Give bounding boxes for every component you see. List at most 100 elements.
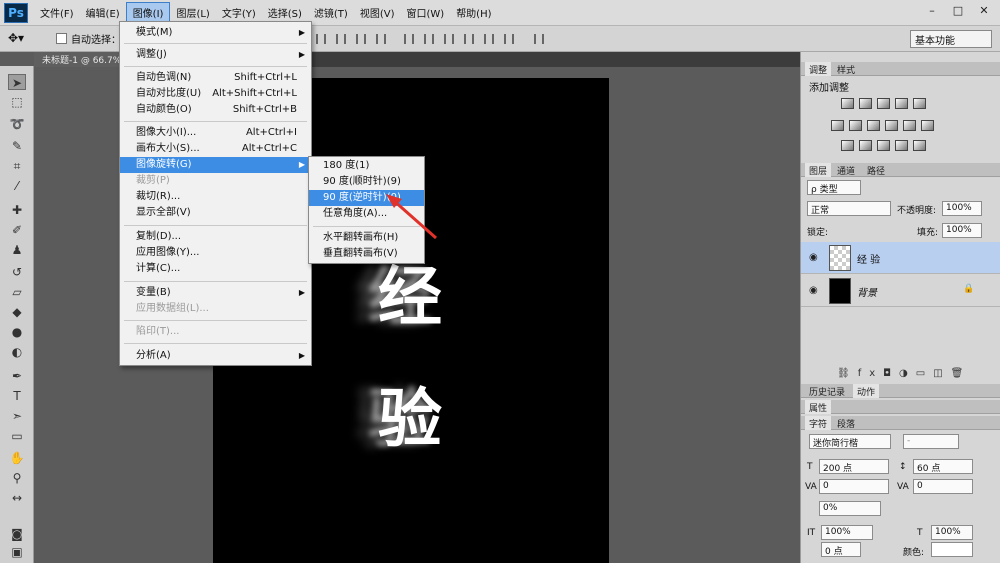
vertical-scale-input[interactable]: 100% <box>821 525 873 540</box>
layer-row[interactable]: ◉ 背景 🔒 <box>801 275 1000 307</box>
distribute-vcenter-icon[interactable] <box>424 34 434 44</box>
menu-item-variables[interactable]: 变量(B) ▶ <box>120 285 311 301</box>
curves-icon[interactable] <box>877 98 890 109</box>
horizontal-scale-input[interactable]: 100% <box>931 525 973 540</box>
tab-history[interactable]: 历史记录 <box>805 384 849 398</box>
gradient-map-icon[interactable] <box>895 140 908 151</box>
menu-item-reveal-all[interactable]: 显示全部(V) <box>120 205 311 221</box>
photo-filter-icon[interactable] <box>885 120 898 131</box>
font-family-select[interactable]: 迷你简行楷 <box>809 434 891 449</box>
eraser-tool-icon[interactable]: ▱ <box>8 284 26 300</box>
screen-mode-icon[interactable]: ▣ <box>8 544 26 560</box>
opacity-input[interactable]: 100% <box>942 201 982 216</box>
color-lookup-icon[interactable] <box>921 120 934 131</box>
tab-styles[interactable]: 样式 <box>833 62 859 76</box>
menu-edit[interactable]: 编辑(E) <box>80 3 126 22</box>
menu-item-arbitrary[interactable]: 任意角度(A)... <box>309 206 424 222</box>
blur-tool-icon[interactable]: ● <box>8 324 26 340</box>
leading-input[interactable]: 60 点 <box>913 459 973 474</box>
invert-icon[interactable] <box>841 140 854 151</box>
tab-character[interactable]: 字符 <box>805 416 832 430</box>
tab-layers[interactable]: 图层 <box>805 163 832 177</box>
tab-adjustments[interactable]: 调整 <box>805 62 832 76</box>
align-top-icon[interactable] <box>316 34 326 44</box>
lasso-tool-icon[interactable]: ➰ <box>8 116 26 132</box>
tsume-input[interactable]: 0% <box>819 501 881 516</box>
clone-stamp-tool-icon[interactable]: ♟ <box>8 242 26 258</box>
menu-layer[interactable]: 图层(L) <box>170 3 215 22</box>
distribute-top-icon[interactable] <box>404 34 414 44</box>
zoom-tool-icon[interactable]: ⚲ <box>8 470 26 486</box>
brightness-icon[interactable] <box>841 98 854 109</box>
menu-item-canvas-size[interactable]: 画布大小(S)... Alt+Ctrl+C <box>120 141 311 157</box>
tab-paragraph[interactable]: 段落 <box>833 416 859 430</box>
auto-align-icon[interactable] <box>534 34 544 44</box>
menu-item-flip-horizontal[interactable]: 水平翻转画布(H) <box>309 230 424 246</box>
text-color-swatch[interactable] <box>931 542 973 557</box>
align-bottom-icon[interactable] <box>356 34 366 44</box>
font-style-select[interactable]: - <box>903 434 959 449</box>
menu-item-rotate-90-cw[interactable]: 90 度(顺时针)(9) <box>309 174 424 190</box>
menu-item-flip-vertical[interactable]: 垂直翻转画布(V) <box>309 246 424 262</box>
menu-item-analysis[interactable]: 分析(A) ▶ <box>120 348 311 364</box>
healing-brush-tool-icon[interactable]: ✚ <box>8 202 26 218</box>
quick-select-tool-icon[interactable]: ✎ <box>8 138 26 154</box>
fill-input[interactable]: 100% <box>942 223 982 238</box>
selective-color-icon[interactable] <box>913 140 926 151</box>
menu-help[interactable]: 帮助(H) <box>450 3 497 22</box>
close-button[interactable]: ✕ <box>974 3 994 19</box>
menu-item-calculations[interactable]: 计算(C)... <box>120 261 311 277</box>
menu-item-adjust[interactable]: 调整(J) ▶ <box>120 47 311 63</box>
menu-item-apply-image[interactable]: 应用图像(Y)... <box>120 245 311 261</box>
move-tool-icon[interactable]: ➤ <box>8 74 26 90</box>
color-balance-icon[interactable] <box>849 120 862 131</box>
blend-mode-select[interactable]: 正常 <box>807 201 891 216</box>
distribute-bottom-icon[interactable] <box>444 34 454 44</box>
workspace-select[interactable]: 基本功能 <box>910 30 992 48</box>
menu-item-mode[interactable]: 模式(M) ▶ <box>120 25 311 41</box>
hue-saturation-icon[interactable] <box>831 120 844 131</box>
menu-item-image-rotation[interactable]: 图像旋转(G) ▶ <box>120 157 311 173</box>
auto-select-checkbox[interactable] <box>56 33 67 44</box>
maximize-button[interactable]: □ <box>948 3 968 19</box>
tab-paths[interactable]: 路径 <box>863 163 889 177</box>
menu-window[interactable]: 窗口(W) <box>400 3 450 22</box>
type-tool-icon[interactable]: T <box>8 388 26 404</box>
brush-tool-icon[interactable]: ✐ <box>8 222 26 238</box>
menu-item-auto-color[interactable]: 自动颜色(O) Shift+Ctrl+B <box>120 102 311 118</box>
pen-tool-icon[interactable]: ✒ <box>8 368 26 384</box>
tab-actions[interactable]: 动作 <box>853 384 880 398</box>
font-size-input[interactable]: 200 点 <box>819 459 889 474</box>
move-tool-icon[interactable]: ✥▾ <box>8 31 24 45</box>
paint-bucket-tool-icon[interactable]: ◆ <box>8 304 26 320</box>
menu-item-auto-tone[interactable]: 自动色调(N) Shift+Ctrl+L <box>120 70 311 86</box>
menu-type[interactable]: 文字(Y) <box>216 3 262 22</box>
tab-properties[interactable]: 属性 <box>805 400 832 414</box>
menu-view[interactable]: 视图(V) <box>354 3 401 22</box>
history-brush-tool-icon[interactable]: ↺ <box>8 264 26 280</box>
black-white-icon[interactable] <box>867 120 880 131</box>
menu-item-trim[interactable]: 裁切(R)... <box>120 189 311 205</box>
hand-tool-icon[interactable]: ✋ <box>8 450 26 466</box>
exposure-icon[interactable] <box>895 98 908 109</box>
minimize-button[interactable]: – <box>922 3 942 19</box>
dodge-tool-icon[interactable]: ◐ <box>8 344 26 360</box>
distribute-hcenter-icon[interactable] <box>484 34 494 44</box>
menu-image[interactable]: 图像(I) <box>125 2 171 23</box>
threshold-icon[interactable] <box>877 140 890 151</box>
shape-tool-icon[interactable]: ▭ <box>8 428 26 444</box>
levels-icon[interactable] <box>859 98 872 109</box>
visibility-eye-icon[interactable]: ◉ <box>809 285 818 296</box>
menu-file[interactable]: 文件(F) <box>34 3 80 22</box>
menu-filter[interactable]: 滤镜(T) <box>308 3 354 22</box>
vibrance-triangle-icon[interactable] <box>913 98 926 109</box>
quick-mask-icon[interactable]: ◙ <box>8 526 26 542</box>
document-tab[interactable]: 未标题-1 @ 66.7% <box>34 52 130 67</box>
tab-channels[interactable]: 通道 <box>833 163 859 177</box>
menu-item-duplicate[interactable]: 复制(D)... <box>120 229 311 245</box>
align-left-icon[interactable] <box>376 34 386 44</box>
path-select-tool-icon[interactable]: ➣ <box>8 408 26 424</box>
marquee-tool-icon[interactable]: ⬚ <box>8 94 26 110</box>
baseline-shift-input[interactable]: 0 点 <box>821 542 861 557</box>
menu-item-auto-contrast[interactable]: 自动对比度(U) Alt+Shift+Ctrl+L <box>120 86 311 102</box>
